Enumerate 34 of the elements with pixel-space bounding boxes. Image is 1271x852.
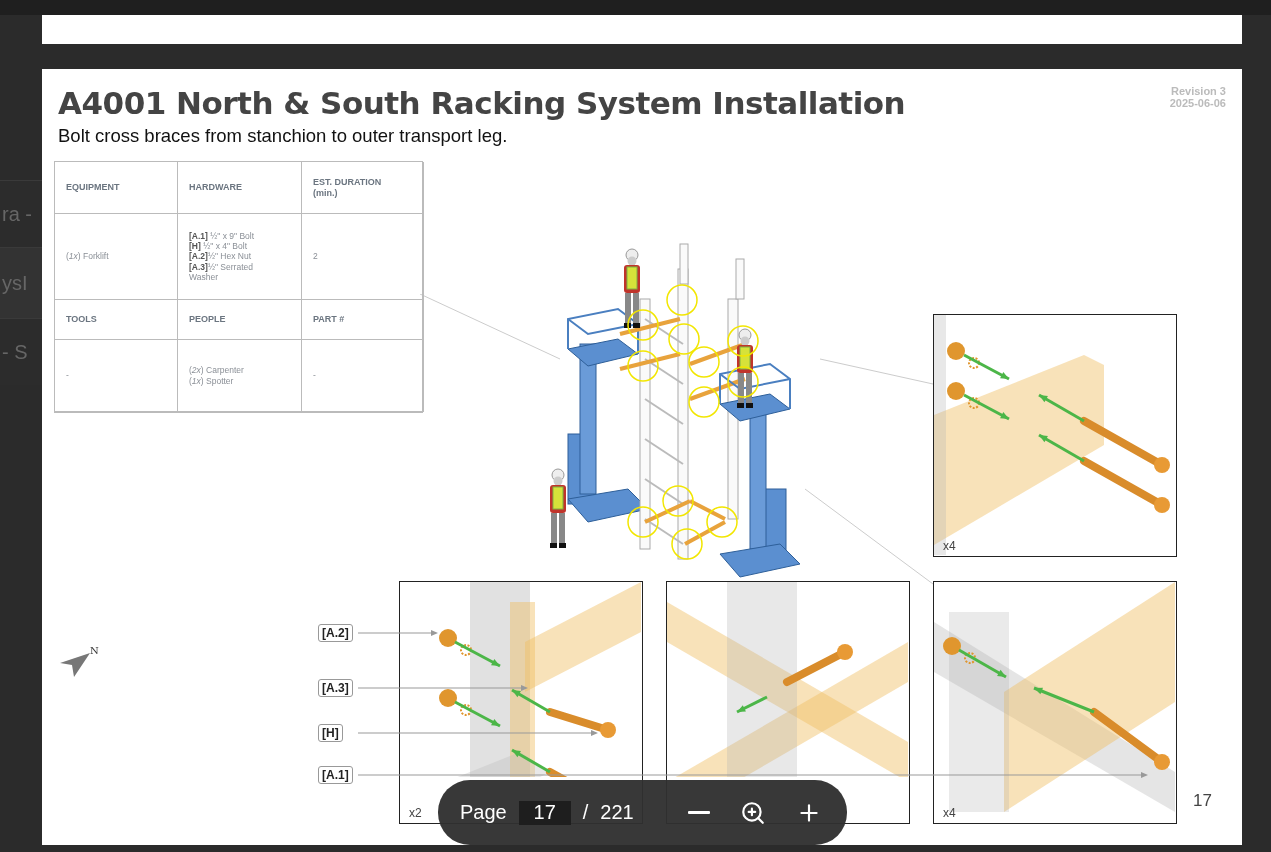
page-number-field[interactable]: 17	[518, 800, 571, 825]
quantity-label: x2	[409, 806, 422, 820]
minus-icon	[687, 811, 710, 814]
callout-label: [A.1]	[318, 766, 353, 784]
table-cell: [A.1] ½" x 9" Bolt [H] ½" x 4" Bolt [A.2]½" Hex Nut [A.3]½" Serrated Washer	[178, 214, 302, 300]
quantity-label: x4	[943, 806, 956, 820]
table-cell: -	[302, 340, 424, 412]
table-cell: -	[55, 340, 178, 412]
table-header-cell: PEOPLE	[178, 300, 302, 340]
list-item[interactable]: ra -	[2, 202, 32, 226]
total-pages: 221	[600, 801, 634, 824]
north-label: N	[90, 645, 99, 656]
page-separator: /	[582, 801, 589, 824]
table-cell: 2	[302, 214, 424, 300]
table-cell: (2x) Carpenter (1x) Spotter	[178, 340, 302, 412]
page-subtitle: Bolt cross braces from stanchion to outer transport leg.	[58, 125, 509, 147]
page-number: 17	[1193, 791, 1212, 811]
table-cell: (1x) Forklift	[55, 214, 178, 300]
callout-label: [H]	[318, 724, 343, 742]
callout-label: [A.3]	[318, 679, 353, 697]
table-header-cell: HARDWARE	[178, 162, 302, 214]
list-item[interactable]: - S	[2, 340, 28, 364]
table-header-cell: EQUIPMENT	[55, 162, 178, 214]
zoom-in-icon	[739, 799, 766, 826]
page-label: Page	[460, 801, 507, 824]
callout-label: [A.2]	[318, 624, 353, 642]
table-header-cell: TOOLS	[55, 300, 178, 340]
revision-label: Revision 3	[1170, 85, 1226, 97]
quantity-label: x4	[943, 539, 956, 553]
table-header-cell: PART #	[302, 300, 424, 340]
revision-date: 2025-06-06	[1169, 97, 1226, 109]
page-title: A4001 North & South Racking System Installation	[58, 85, 906, 121]
north-arrow-icon	[60, 651, 90, 679]
table-header-cell: EST. DURATION (min.)	[302, 162, 424, 214]
